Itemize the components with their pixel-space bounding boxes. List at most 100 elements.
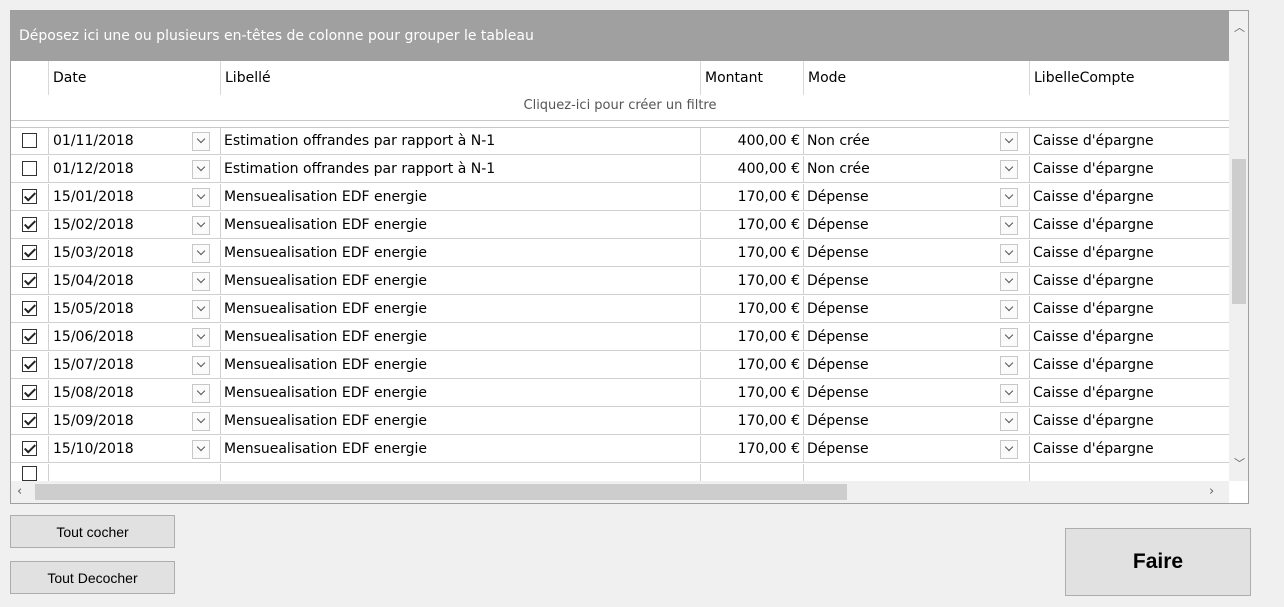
chevron-down-icon[interactable] xyxy=(192,412,210,431)
chevron-down-icon[interactable] xyxy=(1000,160,1018,179)
libelle-cell[interactable]: Mensuealisation EDF energie xyxy=(220,380,700,407)
table-row[interactable]: 15/01/2018 Mensuealisation EDF energie 170… xyxy=(11,184,1229,211)
compte-cell[interactable] xyxy=(1029,464,1229,482)
table-row[interactable]: 15/03/2018 Mensuealisation EDF energie 170… xyxy=(11,240,1229,267)
table-row[interactable]: 15/06/2018 Mensuealisation EDF energie 170… xyxy=(11,324,1229,351)
chevron-down-icon[interactable] xyxy=(1000,328,1018,347)
libelle-cell[interactable]: Mensuealisation EDF energie xyxy=(220,240,700,267)
chevron-down-icon[interactable] xyxy=(1000,440,1018,459)
libelle-cell[interactable]: Mensuealisation EDF energie xyxy=(220,184,700,211)
row-checkbox[interactable] xyxy=(22,133,37,148)
row-checkbox[interactable] xyxy=(22,273,37,288)
libelle-cell[interactable]: Mensuealisation EDF energie xyxy=(220,212,700,239)
table-row[interactable]: 15/05/2018 Mensuealisation EDF energie 170… xyxy=(11,296,1229,323)
date-cell[interactable]: 01/11/2018 xyxy=(48,128,220,155)
row-checkbox[interactable] xyxy=(22,466,37,481)
montant-cell[interactable] xyxy=(700,464,803,482)
compte-cell[interactable]: Caisse d'épargne xyxy=(1029,324,1229,351)
chevron-down-icon[interactable] xyxy=(192,244,210,263)
libelle-cell[interactable]: Estimation offrandes par rapport à N-1 xyxy=(220,156,700,183)
mode-cell[interactable] xyxy=(803,464,1029,482)
montant-cell[interactable]: 170,00 € xyxy=(700,380,803,407)
header-mode[interactable]: Mode xyxy=(803,61,1029,95)
libelle-cell[interactable]: Mensuealisation EDF energie xyxy=(220,268,700,295)
montant-cell[interactable]: 170,00 € xyxy=(700,184,803,211)
date-cell[interactable]: 15/06/2018 xyxy=(48,324,220,351)
mode-cell[interactable]: Dépense xyxy=(803,296,1029,323)
table-row[interactable]: 15/08/2018 Mensuealisation EDF energie 170… xyxy=(11,380,1229,407)
compte-cell[interactable]: Caisse d'épargne xyxy=(1029,212,1229,239)
header-libelle-compte[interactable]: LibelleCompte xyxy=(1029,61,1229,95)
row-checkbox[interactable] xyxy=(22,385,37,400)
compte-cell[interactable]: Caisse d'épargne xyxy=(1029,436,1229,463)
chevron-down-icon[interactable] xyxy=(1000,216,1018,235)
compte-cell[interactable]: Caisse d'épargne xyxy=(1029,128,1229,155)
horizontal-scrollbar[interactable]: ‹ › xyxy=(11,481,1229,503)
table-row[interactable]: 01/12/2018 Estimation offrandes par rappo… xyxy=(11,156,1229,183)
libelle-cell[interactable]: Mensuealisation EDF energie xyxy=(220,324,700,351)
row-checkbox[interactable] xyxy=(22,413,37,428)
montant-cell[interactable]: 170,00 € xyxy=(700,268,803,295)
chevron-down-icon[interactable] xyxy=(1000,300,1018,319)
montant-cell[interactable]: 170,00 € xyxy=(700,212,803,239)
chevron-down-icon[interactable] xyxy=(192,160,210,179)
date-cell[interactable] xyxy=(48,464,220,482)
libelle-cell[interactable]: Mensuealisation EDF energie xyxy=(220,436,700,463)
date-cell[interactable]: 15/02/2018 xyxy=(48,212,220,239)
vertical-scrollbar[interactable]: ︿ ﹀ xyxy=(1229,11,1248,481)
date-cell[interactable]: 15/03/2018 xyxy=(48,240,220,267)
chevron-down-icon[interactable] xyxy=(1000,244,1018,263)
header-montant[interactable]: Montant xyxy=(700,61,803,95)
chevron-down-icon[interactable] xyxy=(192,188,210,207)
row-checkbox[interactable] xyxy=(22,357,37,372)
mode-cell[interactable]: Dépense xyxy=(803,352,1029,379)
chevron-down-icon[interactable] xyxy=(192,216,210,235)
table-row[interactable] xyxy=(11,464,1229,482)
uncheck-all-button[interactable]: Tout Decocher xyxy=(10,561,175,594)
montant-cell[interactable]: 170,00 € xyxy=(700,408,803,435)
compte-cell[interactable]: Caisse d'épargne xyxy=(1029,408,1229,435)
libelle-cell[interactable]: Mensuealisation EDF energie xyxy=(220,296,700,323)
mode-cell[interactable]: Dépense xyxy=(803,184,1029,211)
chevron-up-icon[interactable]: ︿ xyxy=(1234,19,1245,35)
chevron-left-icon[interactable]: ‹ xyxy=(17,484,22,499)
group-by-panel[interactable]: Déposez ici une ou plusieurs en-têtes de… xyxy=(11,11,1229,61)
date-cell[interactable]: 15/01/2018 xyxy=(48,184,220,211)
mode-cell[interactable]: Dépense xyxy=(803,408,1029,435)
montant-cell[interactable]: 170,00 € xyxy=(700,436,803,463)
chevron-down-icon[interactable] xyxy=(192,384,210,403)
chevron-down-icon[interactable] xyxy=(192,440,210,459)
filter-row[interactable]: Cliquez-ici pour créer un filtre xyxy=(11,95,1229,121)
chevron-down-icon[interactable] xyxy=(192,272,210,291)
libelle-cell[interactable]: Estimation offrandes par rapport à N-1 xyxy=(220,128,700,155)
row-checkbox[interactable] xyxy=(22,329,37,344)
mode-cell[interactable]: Dépense xyxy=(803,268,1029,295)
chevron-right-icon[interactable]: › xyxy=(1209,484,1214,499)
compte-cell[interactable]: Caisse d'épargne xyxy=(1029,352,1229,379)
mode-cell[interactable]: Dépense xyxy=(803,212,1029,239)
date-cell[interactable]: 15/05/2018 xyxy=(48,296,220,323)
compte-cell[interactable]: Caisse d'épargne xyxy=(1029,296,1229,323)
compte-cell[interactable]: Caisse d'épargne xyxy=(1029,268,1229,295)
mode-cell[interactable]: Non crée xyxy=(803,156,1029,183)
compte-cell[interactable]: Caisse d'épargne xyxy=(1029,156,1229,183)
table-row[interactable]: 01/11/2018 Estimation offrandes par rappo… xyxy=(11,128,1229,155)
row-checkbox[interactable] xyxy=(22,301,37,316)
date-cell[interactable]: 15/07/2018 xyxy=(48,352,220,379)
header-libelle[interactable]: Libellé xyxy=(220,61,700,95)
mode-cell[interactable]: Dépense xyxy=(803,380,1029,407)
mode-cell[interactable]: Dépense xyxy=(803,240,1029,267)
mode-cell[interactable]: Dépense xyxy=(803,436,1029,463)
libelle-cell[interactable]: Mensuealisation EDF energie xyxy=(220,352,700,379)
date-cell[interactable]: 01/12/2018 xyxy=(48,156,220,183)
table-row[interactable]: 15/04/2018 Mensuealisation EDF energie 170… xyxy=(11,268,1229,295)
date-cell[interactable]: 15/04/2018 xyxy=(48,268,220,295)
mode-cell[interactable]: Non crée xyxy=(803,128,1029,155)
faire-button[interactable]: Faire xyxy=(1065,528,1251,596)
horizontal-scroll-thumb[interactable] xyxy=(35,484,847,500)
check-all-button[interactable]: Tout cocher xyxy=(10,515,175,548)
chevron-down-icon[interactable] xyxy=(1000,384,1018,403)
chevron-down-icon[interactable] xyxy=(1000,272,1018,291)
date-cell[interactable]: 15/09/2018 xyxy=(48,408,220,435)
montant-cell[interactable]: 400,00 € xyxy=(700,156,803,183)
